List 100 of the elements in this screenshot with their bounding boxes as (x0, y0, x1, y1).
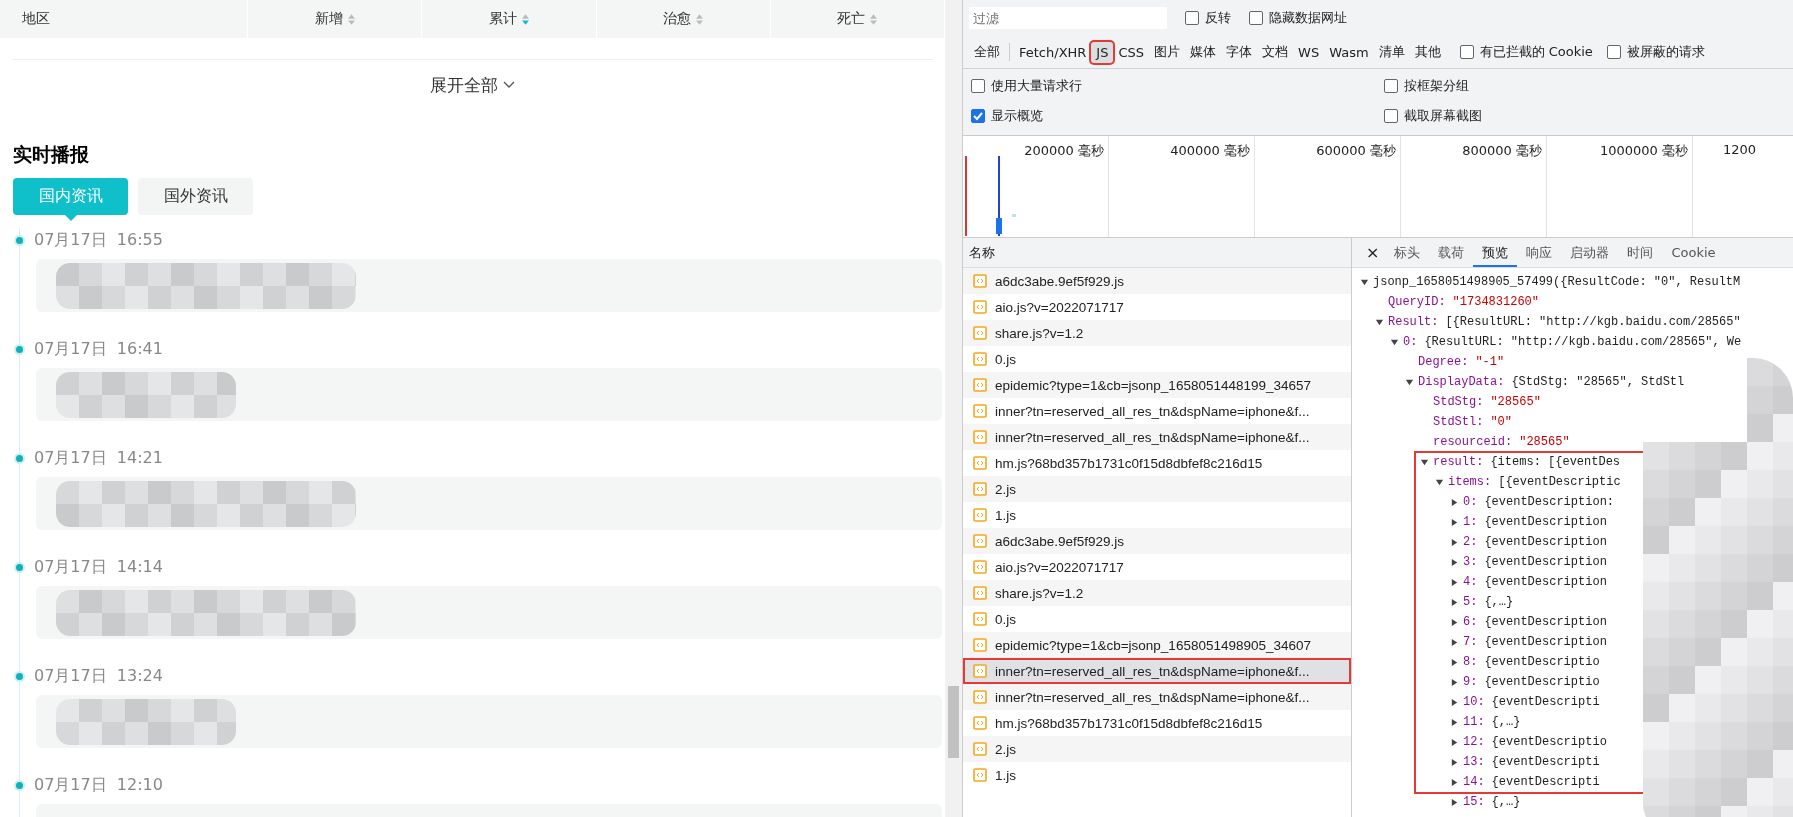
tree-toggle-icon[interactable] (1450, 717, 1459, 727)
tree-toggle-icon[interactable] (1450, 497, 1459, 507)
tree-toggle-icon[interactable] (1450, 577, 1459, 587)
type-filter[interactable]: CSS (1113, 41, 1150, 63)
property-key: 7: (1463, 635, 1478, 649)
request-row[interactable]: 0.js (963, 606, 1351, 632)
property-value: "28565" (1490, 395, 1541, 409)
tree-toggle-icon[interactable] (1360, 277, 1369, 287)
request-row[interactable]: inner?tn=reserved_all_res_tn&dspName=iphone&f... (963, 684, 1351, 710)
tree-toggle-icon[interactable] (1390, 337, 1399, 347)
property-value: "28565" (1519, 435, 1570, 449)
time-tick-label: 200000 毫秒 (1024, 142, 1104, 158)
news-time: 07月17日 16:41 (34, 338, 163, 360)
request-row[interactable]: 2.js (963, 476, 1351, 502)
name-column-header[interactable]: 名称 (963, 238, 1351, 268)
tree-toggle-icon[interactable] (1450, 517, 1459, 527)
property-key: 1: (1463, 515, 1478, 529)
time-tick-label: 600000 毫秒 (1316, 142, 1396, 158)
request-row[interactable]: inner?tn=reserved_all_res_tn&dspName=iphone&f... (963, 398, 1351, 424)
scrollbar-thumb[interactable] (948, 686, 959, 758)
property-value: "1734831260" (1452, 295, 1540, 309)
type-filter[interactable]: 全部 (969, 40, 1005, 64)
tree-toggle-icon[interactable] (1450, 557, 1459, 567)
tree-toggle-icon[interactable] (1450, 597, 1459, 607)
detail-tab[interactable]: 启动器 (1561, 238, 1619, 267)
property-key: 0: (1463, 495, 1478, 509)
tree-toggle-icon[interactable] (1450, 757, 1459, 767)
checkbox[interactable] (1606, 45, 1621, 59)
expand-all-link[interactable]: 展开全部 (412, 60, 533, 110)
property-value: {,…} (1491, 795, 1521, 809)
detail-tab[interactable]: Cookie (1662, 238, 1725, 267)
tree-toggle-icon[interactable] (1450, 537, 1459, 547)
request-row[interactable]: 2.js (963, 736, 1351, 762)
request-row[interactable]: a6dc3abe.9ef5f929.js (963, 268, 1351, 294)
script-file-icon (973, 508, 987, 522)
type-filter[interactable]: Fetch/XHR (1014, 41, 1092, 63)
type-filter[interactable]: WS (1293, 41, 1325, 63)
tree-toggle-icon[interactable] (1450, 777, 1459, 787)
request-row[interactable]: inner?tn=reserved_all_res_tn&dspName=iphone&f... (963, 424, 1351, 450)
request-row[interactable]: share.js?v=1.2 (963, 580, 1351, 606)
tree-toggle-icon[interactable] (1405, 377, 1414, 387)
tree-toggle-icon[interactable] (1450, 697, 1459, 707)
type-filter[interactable]: 字体 (1221, 40, 1258, 64)
type-filter[interactable]: Wasm (1324, 41, 1374, 63)
request-row[interactable]: 0.js (963, 346, 1351, 372)
request-row[interactable]: aio.js?v=2022071717 (963, 294, 1351, 320)
type-filter[interactable]: JS (1091, 41, 1114, 63)
filter-field[interactable]: 过滤 (969, 7, 1167, 29)
request-row[interactable]: a6dc3abe.9ef5f929.js (963, 528, 1351, 554)
request-row[interactable]: 1.js (963, 502, 1351, 528)
tree-toggle-icon[interactable] (1420, 457, 1429, 467)
type-filter[interactable]: 图片 (1149, 40, 1186, 64)
tree-toggle-icon[interactable] (1450, 617, 1459, 627)
column-header[interactable]: 新增 (314, 10, 343, 28)
checkbox[interactable] (971, 109, 985, 123)
property-value: {eventDescripti (1491, 695, 1600, 709)
detail-tab[interactable]: 时间 (1618, 238, 1663, 267)
news-tab[interactable]: 国外资讯 (138, 178, 253, 215)
script-file-icon (973, 300, 987, 314)
script-file-icon (973, 274, 987, 288)
detail-tab[interactable]: 预览 (1473, 238, 1518, 267)
tree-toggle-icon[interactable] (1450, 797, 1459, 807)
property-key: Result: (1388, 315, 1439, 329)
network-overview[interactable]: 200000 毫秒 400000 毫秒 600000 毫秒 800000 毫秒 1000000 毫秒 1200 (963, 135, 1793, 238)
tree-toggle-icon[interactable] (1450, 737, 1459, 747)
tree-toggle-icon[interactable] (1435, 477, 1444, 487)
tree-toggle-icon[interactable] (1375, 317, 1384, 327)
type-filter[interactable]: 清单 (1373, 40, 1410, 64)
type-filter[interactable]: 其他 (1409, 40, 1446, 64)
request-row[interactable]: epidemic?type=1&cb=jsonp_1658051498905_34607 (963, 632, 1351, 658)
detail-tab[interactable]: 载荷 (1429, 238, 1474, 267)
column-header[interactable]: 死亡 (837, 10, 866, 28)
checkbox[interactable] (1459, 45, 1474, 59)
checkbox[interactable] (1384, 109, 1398, 123)
request-row[interactable]: 1.js (963, 762, 1351, 788)
checkbox[interactable] (1249, 11, 1263, 25)
property-key: resourceid: (1433, 435, 1513, 449)
request-row[interactable]: hm.js?68bd357b1731c0f15d8dbfef8c216d15 (963, 710, 1351, 736)
column-header[interactable]: 累计 (488, 10, 517, 28)
tree-toggle-icon[interactable] (1450, 637, 1459, 647)
tree-toggle-icon[interactable] (1450, 657, 1459, 667)
column-header[interactable]: 治愈 (663, 10, 692, 28)
detail-tab[interactable]: 响应 (1517, 238, 1562, 267)
property-value: jsonp_1658051498905_57499({ResultCode: "0", ResultM (1373, 275, 1741, 289)
request-row[interactable]: share.js?v=1.2 (963, 320, 1351, 346)
type-filter[interactable]: 文档 (1257, 40, 1294, 64)
detail-tab[interactable]: 标头 (1385, 238, 1430, 267)
request-row[interactable]: epidemic?type=1&cb=jsonp_1658051448199_34657 (963, 372, 1351, 398)
checkbox-label: 有已拦截的 Cookie (1479, 43, 1593, 61)
close-button[interactable]: × (1360, 238, 1386, 267)
checkbox[interactable] (1384, 79, 1398, 93)
checkbox[interactable] (1185, 11, 1199, 25)
column-header[interactable]: 地区 (22, 10, 50, 28)
property-key: 4: (1463, 575, 1478, 589)
checkbox[interactable] (971, 79, 985, 93)
tree-toggle-icon[interactable] (1450, 677, 1459, 687)
type-filter[interactable]: 媒体 (1185, 40, 1222, 64)
request-row[interactable]: hm.js?68bd357b1731c0f15d8dbfef8c216d15 (963, 450, 1351, 476)
request-row[interactable]: aio.js?v=2022071717 (963, 554, 1351, 580)
request-row[interactable]: inner?tn=reserved_all_res_tn&dspName=iphone&f... (963, 658, 1351, 684)
